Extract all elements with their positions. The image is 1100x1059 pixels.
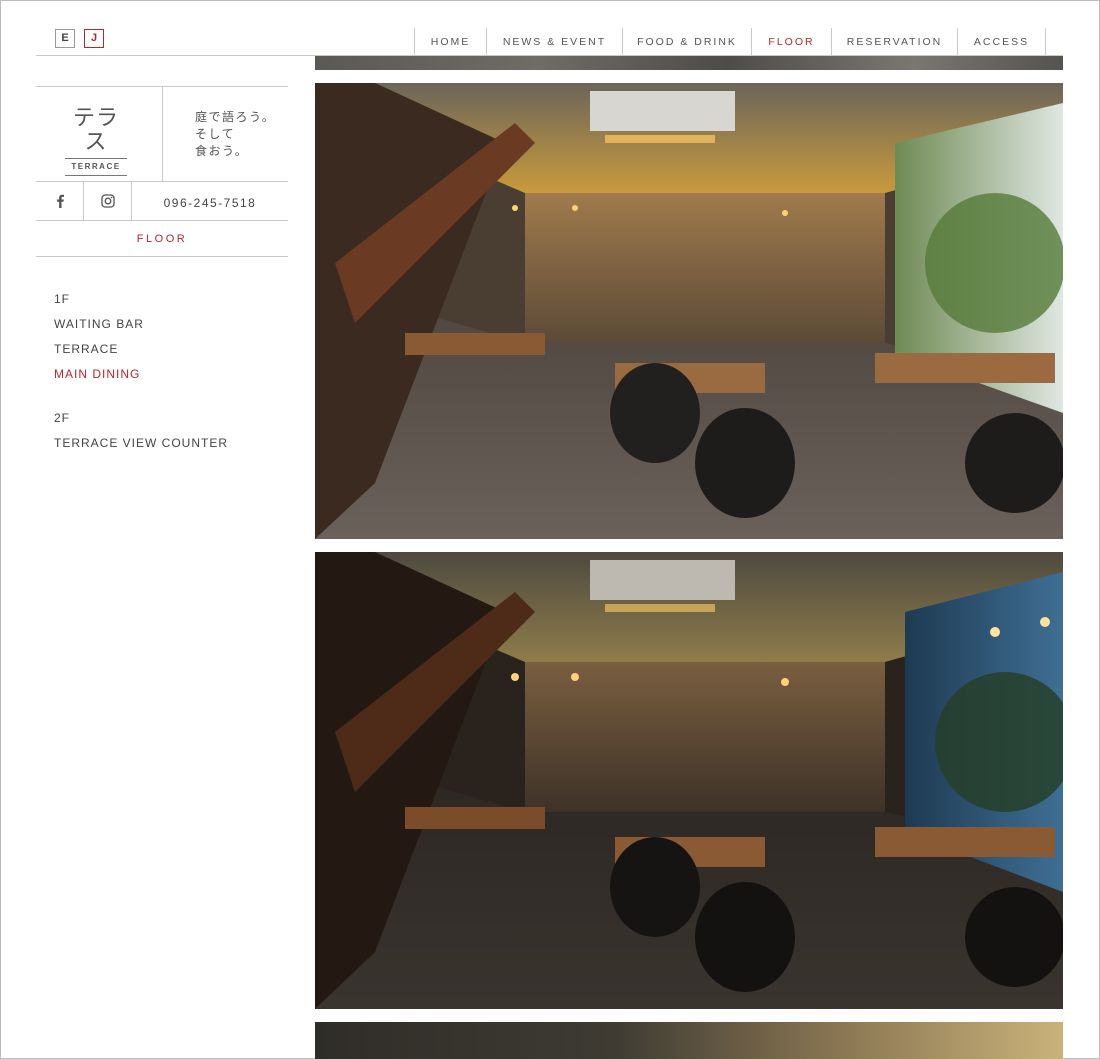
- tagline-line-1: 庭で語ろう。: [195, 110, 276, 124]
- nav-access[interactable]: ACCESS: [957, 28, 1046, 55]
- photo-main-dining-day: [315, 83, 1063, 539]
- instagram-icon[interactable]: [84, 182, 132, 220]
- brand-divider: [162, 87, 163, 182]
- logo-jp-text: テラス: [72, 106, 119, 155]
- photo-main-dining-day-image: [315, 83, 1063, 539]
- facebook-icon[interactable]: [36, 182, 84, 220]
- tagline: 庭で語ろう。 そして 食おう。: [195, 109, 275, 160]
- menu-item-terrace-view-counter[interactable]: TERRACE VIEW COUNTER: [54, 431, 228, 456]
- floor-label-2f: 2F: [54, 411, 71, 425]
- menu-item-main-dining[interactable]: MAIN DINING: [54, 362, 144, 387]
- photo-main-dining-night: [315, 552, 1063, 1009]
- menu-item-terrace[interactable]: TERRACE: [54, 337, 144, 362]
- photo-previous-partial: [315, 56, 1063, 70]
- global-nav: HOME NEWS & EVENT FOOD & DRINK FLOOR RES…: [414, 28, 1046, 55]
- logo-rule-bottom: [65, 175, 127, 176]
- floor-label-1f: 1F: [54, 292, 71, 306]
- nav-reservation[interactable]: RESERVATION: [831, 28, 957, 55]
- social-bar: 096-245-7518: [36, 182, 288, 221]
- nav-food-drink[interactable]: FOOD & DRINK: [622, 28, 751, 55]
- logo-en-text: TERRACE: [71, 162, 121, 171]
- nav-floor[interactable]: FLOOR: [751, 28, 831, 55]
- photo-main-dining-night-image: [315, 552, 1063, 1009]
- menu-item-waiting-bar[interactable]: WAITING BAR: [54, 312, 144, 337]
- photo-next-partial: [315, 1022, 1063, 1059]
- floor-menu-2f: 2F TERRACE VIEW COUNTER: [54, 406, 228, 456]
- brand-block: テラス TERRACE 庭で語ろう。 そして 食おう。: [36, 86, 288, 182]
- floor-menu-1f: 1F WAITING BAR TERRACE MAIN DINING: [54, 287, 144, 387]
- tagline-line-2: そして: [195, 127, 236, 141]
- logo-rule-top: [65, 158, 127, 159]
- lang-en-button[interactable]: E: [55, 29, 75, 48]
- site-logo[interactable]: テラス TERRACE: [63, 107, 129, 176]
- section-title: FLOOR: [36, 221, 288, 257]
- tagline-line-3: 食おう。: [195, 144, 249, 158]
- lang-ja-button[interactable]: J: [84, 29, 104, 48]
- nav-home[interactable]: HOME: [414, 28, 486, 55]
- phone-number[interactable]: 096-245-7518: [132, 182, 288, 220]
- nav-news-event[interactable]: NEWS & EVENT: [486, 28, 622, 55]
